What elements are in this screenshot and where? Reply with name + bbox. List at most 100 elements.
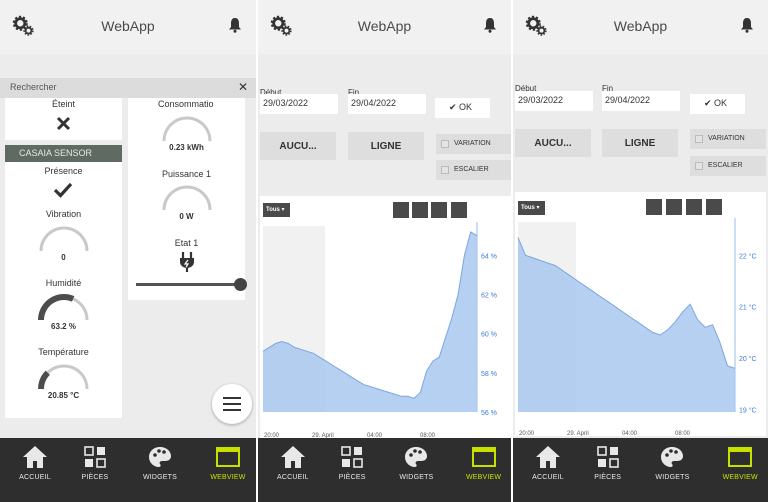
x-tick-label: 20:00 [519,431,535,436]
y-tick-label: 62 % [481,293,497,300]
ok-button[interactable]: ✔ OK [690,94,745,114]
end-date-input[interactable]: 29/04/2022 [602,91,680,111]
nav-item-accueil[interactable]: ACCUEIL [268,444,318,498]
consumption-value: 0.23 kWh [169,143,204,152]
end-date-input[interactable]: 29/04/2022 [348,94,426,114]
start-date-input[interactable]: 29/03/2022 [260,94,338,114]
start-date-input[interactable]: 29/03/2022 [515,91,593,111]
aucun-button[interactable]: AUCU... [515,129,591,157]
nav-item-webview[interactable]: WEBVIEW [715,444,765,498]
aucun-button[interactable]: AUCU... [260,132,336,160]
close-icon[interactable]: ✕ [238,80,248,94]
gauge-track [39,226,89,252]
presence-label: Présence [44,166,83,176]
escalier-toggle[interactable]: ESCALIER [690,156,766,176]
variation-toggle[interactable]: VARIATION [436,134,511,154]
humidity-value: 63.2 % [51,322,76,331]
gauge-track [162,116,212,142]
escalier-checkbox[interactable] [441,166,449,174]
bell-icon[interactable] [228,17,242,33]
grid-icon [341,446,363,468]
y-tick-label: 21 °C [739,304,757,312]
grid-icon [84,446,106,468]
grid-icon [596,446,619,468]
y-tick-label: 64 % [481,253,497,260]
nav-label: ACCUEIL [532,474,564,481]
nav-item-webview[interactable]: WEBVIEW [459,444,509,498]
variation-toggle[interactable]: VARIATION [690,129,766,149]
nav-label: WEBVIEW [722,474,758,481]
y-tick-label: 58 % [481,371,497,378]
check-icon: ✔ [704,98,715,108]
temperature-chart-svg: 22 °C 21 °C 20 °C 19 °C 20:00 29. April 04:00 0… [517,218,757,436]
temperature-chart[interactable]: Tous ▾ 22 °C 21 °C 20 °C 19 °C 20:00 29. Apri… [515,192,766,436]
power-gauge [162,185,212,211]
temperature-value: 20.85 °C [47,391,80,400]
nav-item-widgets[interactable]: WIDGETS [647,444,697,498]
state-label: Etat 1 [174,238,199,248]
power-label: Puissance 1 [161,169,212,179]
app-title: WebApp [101,18,155,34]
power-value: 0 W [179,212,194,221]
palette-icon [149,447,171,467]
top-bar: WebApp [513,0,768,54]
off-x-icon [56,116,71,131]
y-tick-label: 20 °C [739,355,757,363]
nav-item-pièces[interactable]: PIÈCES [327,444,377,498]
humidity-label: Humidité [45,278,82,288]
nav-label: WEBVIEW [210,474,246,481]
webview-icon [216,447,240,467]
gauge-track [162,185,212,211]
bottom-nav: ACCUEIL PIÈCES WIDGETS WEBVIEW [258,438,511,502]
search-bar[interactable]: Rechercher ✕ [0,78,256,98]
nav-item-widgets[interactable]: WIDGETS [391,444,441,498]
sensor-card: Présence Vibration 0 Humidité 63.2 % Tem… [5,162,122,418]
humidity-gauge [38,294,89,321]
nav-item-pièces[interactable]: PIÈCES [70,444,120,498]
menu-button[interactable] [212,384,252,424]
nav-label: PIÈCES [338,474,366,481]
nav-item-pièces[interactable]: PIÈCES [583,444,633,498]
consumption-gauge [162,116,212,142]
temperature-label: Température [38,347,89,357]
nav-item-accueil[interactable]: ACCUEIL [523,444,573,498]
state-slider-track[interactable] [136,278,247,291]
variation-checkbox[interactable] [441,140,449,148]
escalier-toggle[interactable]: ESCALIER [436,160,511,180]
escalier-label: ESCALIER [454,166,489,173]
top-bar: WebApp [0,0,256,54]
nav-item-webview[interactable]: WEBVIEW [203,444,253,498]
nav-item-accueil[interactable]: ACCUEIL [10,444,60,498]
nav-label: ACCUEIL [277,474,309,481]
x-tick-label: 29. April [567,431,589,436]
variation-checkbox[interactable] [695,135,703,143]
bell-icon[interactable] [740,17,754,33]
eteint-label: Éteint [51,99,75,109]
screen-humidity-history: WebApp Début 29/03/2022 Fin 29/04/2022 ✔… [258,0,511,502]
gauge-track [39,364,89,390]
nav-label: PIÈCES [81,474,109,481]
app-title: WebApp [613,18,668,34]
bottom-nav: ACCUEIL PIÈCES WIDGETS WEBVIEW [513,438,768,502]
palette-icon [661,447,684,467]
escalier-checkbox[interactable] [695,162,703,170]
ok-button[interactable]: ✔ OK [435,98,490,118]
state-slider-knob[interactable] [233,278,247,291]
nav-label: PIÈCES [594,474,622,481]
nav-label: WIDGETS [142,474,178,481]
nav-item-widgets[interactable]: WIDGETS [135,444,185,498]
nav-label: WIDGETS [655,474,690,481]
vibration-value: 0 [61,253,66,262]
humidity-chart[interactable]: Tous ▾ 64 % 62 % 60 % 58 % 56 % 20:00 29. Apri… [260,196,511,438]
y-tick-label: 56 % [481,410,497,417]
ligne-button[interactable]: LIGNE [602,129,678,157]
bell-icon[interactable] [483,17,497,33]
screen-dashboard: WebApp Rechercher ✕ Éteint CASAIA SENSOR… [0,0,256,502]
webview-icon [728,447,753,467]
escalier-label: ESCALIER [708,162,743,169]
bottom-nav: ACCUEIL PIÈCES WIDGETS WEBVIEW [0,438,256,502]
ligne-button[interactable]: LIGNE [348,132,424,160]
variation-label: VARIATION [708,135,745,142]
webview-icon [471,447,496,467]
switch-card[interactable]: Éteint [5,98,122,140]
